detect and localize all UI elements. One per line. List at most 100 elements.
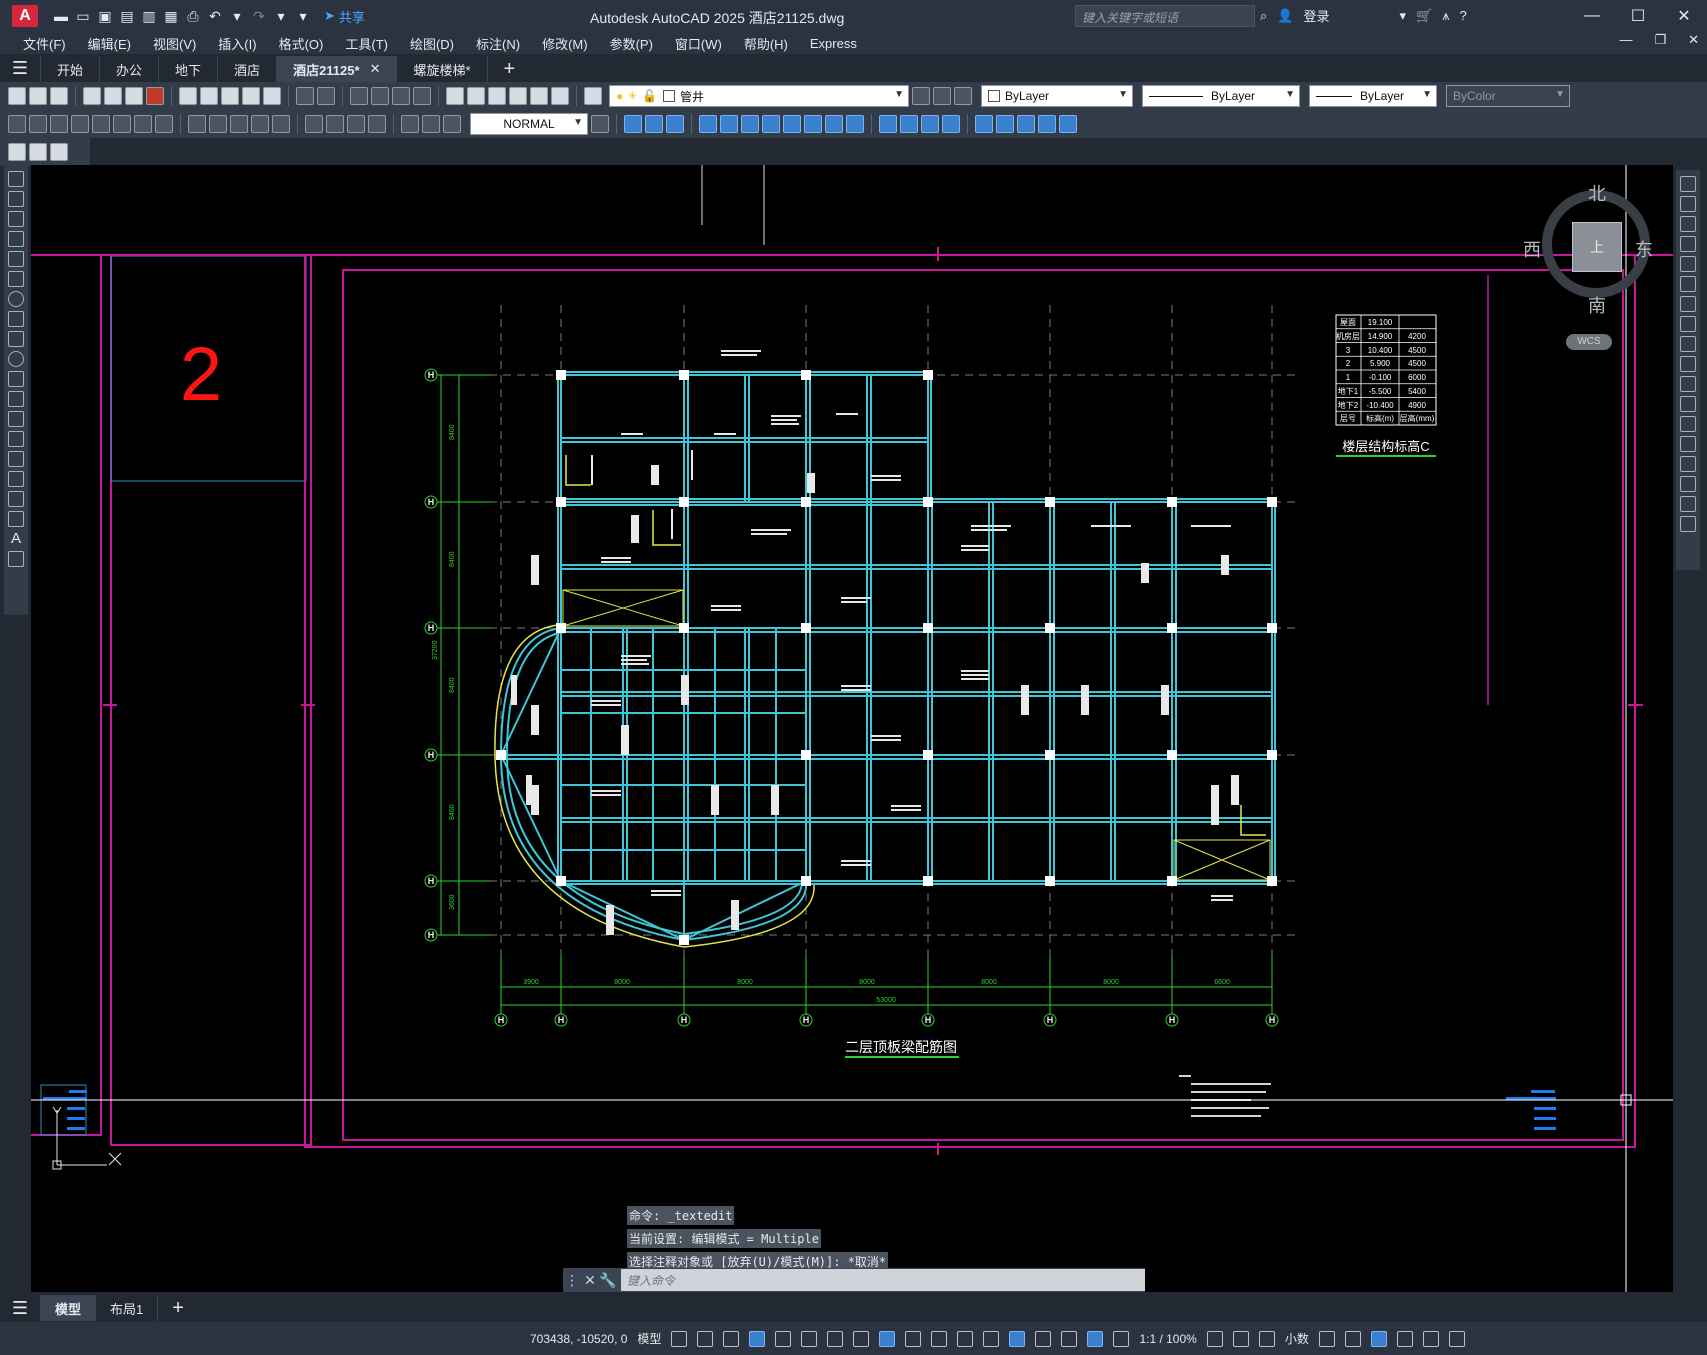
layout-wizard-icon[interactable] bbox=[29, 143, 47, 161]
save-icon[interactable]: ▣ bbox=[96, 7, 114, 25]
annotation-monitor-icon[interactable] bbox=[1232, 1330, 1249, 1347]
linetype-combo[interactable]: ByLayer ▼ bbox=[1142, 85, 1300, 107]
layer-properties-icon[interactable] bbox=[584, 87, 602, 105]
plot-icon[interactable]: ⎙ bbox=[184, 7, 202, 25]
auto-scale-icon[interactable] bbox=[1113, 1330, 1130, 1347]
help-search-input[interactable]: 键入关键字或短语 bbox=[1075, 5, 1255, 27]
doc-restore-icon[interactable]: ❐ bbox=[1654, 32, 1666, 48]
clean-screen-icon[interactable] bbox=[1422, 1330, 1439, 1347]
menu-modify[interactable]: 修改(M) bbox=[531, 34, 599, 53]
login-dropdown-icon[interactable]: ▾ bbox=[1399, 8, 1406, 24]
grid-icon[interactable] bbox=[671, 1330, 688, 1347]
add-selected-icon[interactable] bbox=[8, 551, 24, 567]
annotation-scale-dropdown[interactable]: 1:1 / 100% bbox=[1139, 1332, 1196, 1346]
new-icon[interactable] bbox=[8, 87, 26, 105]
wcs-menu-button[interactable]: WCS bbox=[1566, 334, 1612, 350]
plot-preview-icon[interactable] bbox=[104, 87, 122, 105]
polygon-icon[interactable] bbox=[8, 231, 24, 247]
tab-hotel-21125[interactable]: 酒店21125* ✕ bbox=[276, 56, 397, 82]
aligned-dim-icon[interactable] bbox=[29, 115, 47, 133]
3d-align-icon[interactable] bbox=[1017, 115, 1035, 133]
circle-icon[interactable] bbox=[8, 291, 24, 307]
sheet-set-icon[interactable] bbox=[509, 87, 527, 105]
cut-icon[interactable] bbox=[179, 87, 197, 105]
dim-text-edit-icon[interactable] bbox=[422, 115, 440, 133]
object-snap-icon[interactable] bbox=[879, 1330, 896, 1347]
user-icon[interactable]: 👤 bbox=[1277, 8, 1293, 24]
offset-icon[interactable] bbox=[1680, 236, 1696, 252]
layer-state-icon[interactable] bbox=[954, 87, 972, 105]
jogged-linear-icon[interactable] bbox=[368, 115, 386, 133]
insert-block-icon[interactable] bbox=[8, 391, 24, 407]
ellipse-arc-icon[interactable] bbox=[8, 371, 24, 387]
spline-icon[interactable] bbox=[8, 331, 24, 347]
3d-box-icon[interactable] bbox=[624, 115, 642, 133]
break-icon[interactable] bbox=[1680, 416, 1696, 432]
3d-extrude-icon[interactable] bbox=[699, 115, 717, 133]
3d-rotate-icon[interactable] bbox=[996, 115, 1014, 133]
move-icon[interactable] bbox=[1680, 276, 1696, 292]
3d-shell-icon[interactable] bbox=[879, 115, 897, 133]
ellipse-icon[interactable] bbox=[8, 351, 24, 367]
doc-minimize-icon[interactable]: — bbox=[1619, 32, 1632, 48]
quick-dim-icon[interactable] bbox=[188, 115, 206, 133]
layout-menu-icon[interactable]: ☰ bbox=[0, 1294, 40, 1322]
units-dropdown[interactable]: 小数 bbox=[1285, 1330, 1309, 1347]
menu-parametric[interactable]: 参数(P) bbox=[599, 34, 664, 53]
compass-south[interactable]: 南 bbox=[1588, 292, 1606, 318]
add-layout-button[interactable]: + bbox=[157, 1295, 198, 1321]
properties-icon[interactable] bbox=[446, 87, 464, 105]
3d-union-icon[interactable] bbox=[720, 115, 738, 133]
3d-osnap-icon[interactable] bbox=[983, 1330, 1000, 1347]
3d-mirror-icon[interactable] bbox=[1038, 115, 1056, 133]
tab-model[interactable]: 模型 bbox=[40, 1295, 96, 1321]
isodraft-icon[interactable] bbox=[827, 1330, 844, 1347]
3d-move-icon[interactable] bbox=[975, 115, 993, 133]
point-icon[interactable] bbox=[8, 431, 24, 447]
3d-clean-icon[interactable] bbox=[921, 115, 939, 133]
undo-icon[interactable]: ↶ bbox=[206, 7, 224, 25]
save-toolbar-icon[interactable] bbox=[50, 87, 68, 105]
page-setup-icon[interactable] bbox=[50, 143, 68, 161]
coordinate-readout[interactable]: 703438, -10520, 0 bbox=[530, 1332, 627, 1346]
transparency-icon[interactable] bbox=[931, 1330, 948, 1347]
dim-space-icon[interactable] bbox=[251, 115, 269, 133]
menu-view[interactable]: 视图(V) bbox=[142, 34, 207, 53]
stretch-icon[interactable] bbox=[1680, 336, 1696, 352]
chamfer-icon[interactable] bbox=[1680, 456, 1696, 472]
command-customize-icon[interactable]: 🔧 bbox=[599, 1272, 617, 1289]
isolate-objects-icon[interactable] bbox=[1370, 1330, 1387, 1347]
plotstyle-combo[interactable]: ByColor ▼ bbox=[1446, 85, 1570, 107]
menu-insert[interactable]: 插入(I) bbox=[207, 34, 267, 53]
color-combo[interactable]: ByLayer ▼ bbox=[981, 85, 1133, 107]
mirror-icon[interactable] bbox=[1680, 216, 1696, 232]
object-snap-tracking-icon[interactable] bbox=[853, 1330, 870, 1347]
match-properties-icon[interactable] bbox=[242, 87, 260, 105]
dim-edit-icon[interactable] bbox=[401, 115, 419, 133]
app-menu-button[interactable]: A bbox=[12, 5, 38, 27]
tab-basement[interactable]: 地下 bbox=[158, 56, 217, 82]
multiline-text-icon[interactable]: A bbox=[8, 531, 24, 547]
command-input[interactable]: 键入命令 bbox=[621, 1269, 1145, 1291]
rotate-icon[interactable] bbox=[1680, 296, 1696, 312]
help-icon[interactable]: ? bbox=[1460, 8, 1467, 23]
trim-icon[interactable] bbox=[1680, 356, 1696, 372]
selection-filter-icon[interactable] bbox=[1035, 1330, 1052, 1347]
close-tab-icon[interactable]: ✕ bbox=[370, 61, 381, 77]
new-tab-button[interactable]: + bbox=[486, 56, 521, 82]
menu-draw[interactable]: 绘图(D) bbox=[399, 34, 465, 53]
scale-icon[interactable] bbox=[1680, 316, 1696, 332]
tab-spiral-stair[interactable]: 螺旋楼梯* bbox=[396, 56, 486, 82]
undo-toolbar-icon[interactable] bbox=[296, 87, 314, 105]
menu-file[interactable]: 文件(F) bbox=[12, 34, 77, 53]
revision-cloud-icon[interactable] bbox=[8, 311, 24, 327]
copy-icon[interactable] bbox=[200, 87, 218, 105]
menu-edit[interactable]: 编辑(E) bbox=[77, 34, 142, 53]
gradient-icon[interactable] bbox=[8, 471, 24, 487]
construction-line-icon[interactable] bbox=[8, 191, 24, 207]
center-mark-icon[interactable] bbox=[326, 115, 344, 133]
design-center-icon[interactable] bbox=[467, 87, 485, 105]
3d-section-icon[interactable] bbox=[804, 115, 822, 133]
ordinate-dim-icon[interactable] bbox=[71, 115, 89, 133]
angular-dim-icon[interactable] bbox=[155, 115, 173, 133]
